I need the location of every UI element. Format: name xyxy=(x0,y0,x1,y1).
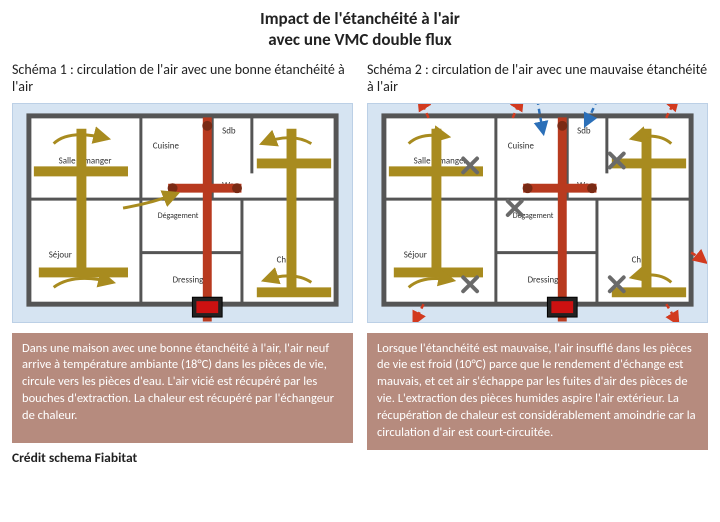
page-title: Impact de l'étanchéité à l'air avec une … xyxy=(12,8,708,51)
credit: Crédit schema Fiabitat xyxy=(12,449,353,466)
subtitle-good: Schéma 1 : circulation de l'air avec une… xyxy=(12,61,353,97)
title-line-1: Impact de l'étanchéité à l'air xyxy=(260,8,460,29)
columns: Schéma 1 : circulation de l'air avec une… xyxy=(12,61,708,466)
extract-inlet-icon xyxy=(202,120,212,130)
floorplan-good: Salle à manger Cuisine Sdb Wc Dégagement… xyxy=(12,103,353,323)
caption-bad: Lorsque l'étanchéité est mauvaise, l'air… xyxy=(367,333,708,450)
extract-inlet-icon xyxy=(523,183,533,193)
extract-inlet-icon xyxy=(557,120,567,130)
room-dressing: Dressing xyxy=(528,275,560,285)
extract-inlet-icon xyxy=(232,183,242,193)
extract-inlet-icon xyxy=(168,183,178,193)
column-bad: Schéma 2 : circulation de l'air avec une… xyxy=(367,61,708,466)
caption-good: Dans une maison avec une bonne étanchéit… xyxy=(12,333,353,443)
extract-inlet-icon xyxy=(587,183,597,193)
room-sdb: Sdb xyxy=(222,126,236,136)
room-cuisine: Cuisine xyxy=(508,141,535,151)
room-sejour: Séjour xyxy=(49,250,72,260)
room-sdb: Sdb xyxy=(577,126,591,136)
room-sejour: Séjour xyxy=(404,250,427,260)
column-good: Schéma 1 : circulation de l'air avec une… xyxy=(12,61,353,466)
floorplan-bad: Salle à manger Cuisine Sdb Wc Dégagement… xyxy=(367,103,708,323)
subtitle-bad: Schéma 2 : circulation de l'air avec une… xyxy=(367,61,708,97)
room-degagement: Dégagement xyxy=(158,210,199,220)
title-line-2: avec une VMC double flux xyxy=(268,29,451,50)
room-cuisine: Cuisine xyxy=(153,141,180,151)
room-dressing: Dressing xyxy=(173,275,205,285)
